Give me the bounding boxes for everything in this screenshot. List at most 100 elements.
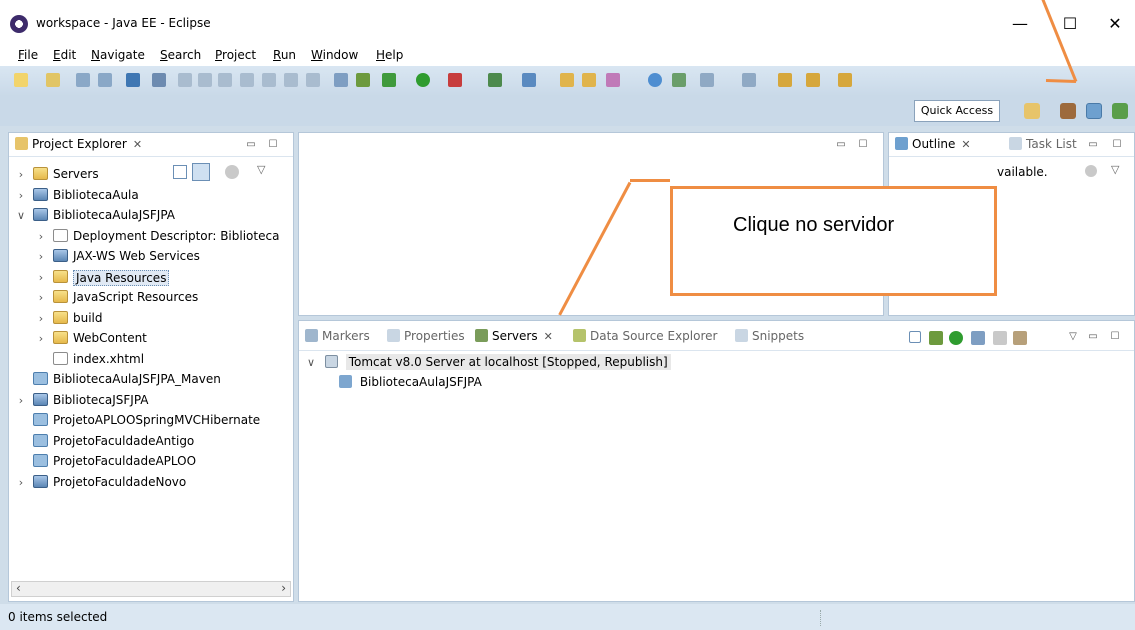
terminate-icon[interactable]: [218, 73, 232, 87]
open-type-icon[interactable]: [560, 73, 574, 87]
minimize-view-icon[interactable]: ▭: [1087, 139, 1099, 151]
java-perspective-icon[interactable]: [1060, 103, 1076, 119]
tab-snippets[interactable]: Snippets: [735, 329, 804, 343]
new-icon[interactable]: [14, 73, 28, 87]
tree-item[interactable]: ∨ BibliotecaAulaJSFJPA: [9, 206, 293, 226]
horizontal-scrollbar[interactable]: ‹ ›: [11, 581, 291, 597]
disconnect-icon[interactable]: [240, 73, 254, 87]
expand-arrow-icon[interactable]: ›: [35, 291, 47, 304]
last-edit-icon[interactable]: [778, 73, 792, 87]
tree-item[interactable]: ProjetoFaculdadeAPLOO: [9, 452, 293, 472]
scroll-left-icon[interactable]: ‹: [16, 581, 21, 595]
tree-item[interactable]: ProjetoFaculdadeAntigo: [9, 432, 293, 452]
menu-file[interactable]: File: [18, 48, 38, 62]
module-row[interactable]: BibliotecaAulaJSFJPA: [339, 375, 482, 389]
close-icon[interactable]: ✕: [544, 330, 553, 343]
tab-markers[interactable]: Markers: [305, 329, 370, 343]
tree-item[interactable]: › build: [9, 309, 293, 329]
tree-item[interactable]: › JavaScript Resources: [9, 288, 293, 308]
save-icon[interactable]: [76, 73, 90, 87]
web-browser-icon[interactable]: [648, 73, 662, 87]
expand-arrow-icon[interactable]: ›: [35, 230, 47, 243]
profile-server-icon[interactable]: [971, 331, 985, 345]
menu-search[interactable]: Search: [160, 48, 201, 62]
back-icon[interactable]: [806, 73, 820, 87]
expand-arrow-icon[interactable]: ›: [35, 332, 47, 345]
tree-item[interactable]: ProjetoAPLOOSpringMVCHibernate: [9, 411, 293, 431]
minimize-editor-icon[interactable]: ▭: [835, 139, 847, 151]
start-server-icon[interactable]: [949, 331, 963, 345]
tree-item[interactable]: › WebContent: [9, 329, 293, 349]
tab-task-list[interactable]: Task List: [1009, 137, 1077, 151]
console-icon[interactable]: [126, 73, 140, 87]
next-annotation-icon[interactable]: [700, 73, 714, 87]
collapse-all-icon[interactable]: [909, 331, 921, 343]
menu-run[interactable]: Run: [273, 48, 296, 62]
expand-arrow-icon[interactable]: ›: [15, 394, 27, 407]
minimize-view-icon[interactable]: ▭: [245, 139, 257, 151]
maximize-view-icon[interactable]: ☐: [1109, 331, 1121, 343]
tree-item[interactable]: › JAX-WS Web Services: [9, 247, 293, 267]
filter-icon[interactable]: [1085, 165, 1097, 177]
debug-icon[interactable]: [382, 73, 396, 87]
menu-window[interactable]: Window: [311, 48, 358, 62]
use-step-filters-icon[interactable]: [334, 73, 348, 87]
maximize-view-icon[interactable]: ☐: [267, 139, 279, 151]
collapse-arrow-icon[interactable]: ∨: [15, 209, 27, 222]
maximize-view-icon[interactable]: ☐: [1111, 139, 1123, 151]
search-icon[interactable]: [606, 73, 620, 87]
new-class-icon[interactable]: [522, 73, 536, 87]
run-icon[interactable]: [416, 73, 430, 87]
external-tools-icon[interactable]: [448, 73, 462, 87]
expand-arrow-icon[interactable]: ›: [35, 312, 47, 325]
tab-data-source-explorer[interactable]: Data Source Explorer: [573, 329, 717, 343]
previous-annotation-icon[interactable]: [742, 73, 756, 87]
suspend-icon[interactable]: [198, 73, 212, 87]
tree-item[interactable]: › Servers: [9, 165, 293, 185]
menu-help[interactable]: Help: [376, 48, 403, 62]
new-java-project-icon[interactable]: [488, 73, 502, 87]
tree-item[interactable]: index.xhtml: [9, 350, 293, 370]
tree-item[interactable]: › ProjetoFaculdadeNovo: [9, 473, 293, 493]
save-all-icon[interactable]: [98, 73, 112, 87]
tree-item[interactable]: › BibliotecaAula: [9, 186, 293, 206]
debug-server-icon[interactable]: [929, 331, 943, 345]
step-into-icon[interactable]: [262, 73, 276, 87]
build-icon[interactable]: [356, 73, 370, 87]
step-over-icon[interactable]: [284, 73, 298, 87]
open-perspective-icon[interactable]: [1024, 103, 1040, 119]
tab-project-explorer[interactable]: Project Explorer ✕: [15, 137, 142, 151]
view-menu-icon[interactable]: ▽: [1067, 331, 1079, 343]
minimize-button[interactable]: —: [1000, 10, 1040, 38]
annotation-icon[interactable]: [672, 73, 686, 87]
maximize-editor-icon[interactable]: ☐: [857, 139, 869, 151]
tree-item[interactable]: › Deployment Descriptor: Biblioteca: [9, 227, 293, 247]
close-icon[interactable]: ✕: [961, 138, 970, 151]
minimize-view-icon[interactable]: ▭: [1087, 331, 1099, 343]
quick-access-input[interactable]: Quick Access: [914, 100, 1000, 122]
expand-arrow-icon[interactable]: ∨: [307, 356, 315, 369]
publish-icon[interactable]: [1013, 331, 1027, 345]
debug-perspective-icon[interactable]: [1112, 103, 1128, 119]
expand-arrow-icon[interactable]: ›: [15, 189, 27, 202]
close-icon[interactable]: ✕: [133, 138, 142, 151]
expand-arrow-icon[interactable]: ›: [35, 271, 47, 284]
tree-item[interactable]: › Java Resources: [9, 268, 293, 288]
forward-icon[interactable]: [838, 73, 852, 87]
expand-arrow-icon[interactable]: ›: [15, 168, 27, 181]
expand-arrow-icon[interactable]: ›: [15, 476, 27, 489]
close-button[interactable]: ✕: [1095, 10, 1135, 38]
open-task-icon[interactable]: [582, 73, 596, 87]
step-return-icon[interactable]: [306, 73, 320, 87]
tab-properties[interactable]: Properties: [387, 329, 465, 343]
server-row[interactable]: ∨ Tomcat v8.0 Server at localhost [Stopp…: [307, 354, 671, 370]
resume-icon[interactable]: [178, 73, 192, 87]
tree-item[interactable]: › BibliotecaJSFJPA: [9, 391, 293, 411]
javaee-perspective-icon[interactable]: [1086, 103, 1102, 119]
new-project-icon[interactable]: [46, 73, 60, 87]
tab-servers[interactable]: Servers ✕: [475, 329, 553, 343]
expand-arrow-icon[interactable]: ›: [35, 250, 47, 263]
skip-breakpoints-icon[interactable]: [152, 73, 166, 87]
tab-outline[interactable]: Outline ✕: [895, 137, 971, 151]
menu-project[interactable]: Project: [215, 48, 256, 62]
